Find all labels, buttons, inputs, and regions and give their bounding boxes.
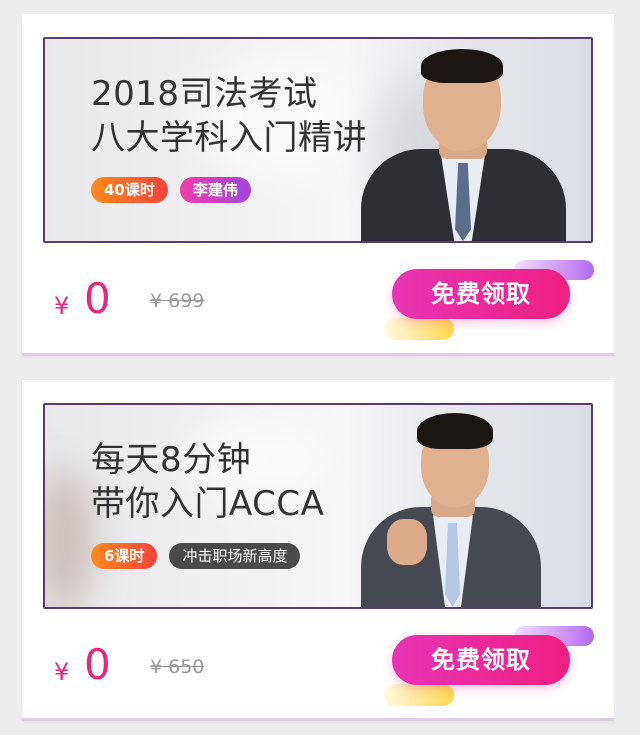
hours-tag: 40课时 [91, 177, 168, 203]
headline-line: 2018司法考试 [91, 74, 318, 114]
course-card[interactable]: 2018司法考试 八大学科入门精讲 40课时 李建伟 ¥ 0 ¥ 699 免费领… [22, 14, 614, 356]
lecturer-photo [361, 41, 566, 241]
currency-symbol: ¥ [54, 292, 70, 320]
teacher-tag: 李建伟 [179, 177, 251, 203]
current-price: 0 [84, 274, 111, 323]
course-headline: 2018司法考试 八大学科入门精讲 [91, 72, 367, 160]
businessman-photo [361, 407, 541, 607]
slogan-tag: 冲击职场新高度 [169, 543, 301, 569]
headline-line: 带你入门ACCA [91, 484, 325, 524]
course-headline: 每天8分钟 带你入门ACCA [91, 438, 324, 526]
cta-container: 免费领取 [384, 626, 594, 706]
original-price: ¥ 650 [150, 656, 205, 678]
course-banner[interactable]: 2018司法考试 八大学科入门精讲 40课时 李建伟 [43, 37, 593, 243]
tag-row: 6课时 冲击职场新高度 [91, 543, 301, 569]
course-card[interactable]: 每天8分钟 带你入门ACCA 6课时 冲击职场新高度 ¥ 0 ¥ 650 免费领… [22, 380, 614, 721]
course-banner[interactable]: 每天8分钟 带你入门ACCA 6课时 冲击职场新高度 [43, 403, 593, 609]
claim-free-button[interactable]: 免费领取 [392, 635, 570, 685]
original-price: ¥ 699 [150, 290, 205, 312]
current-price: 0 [84, 640, 111, 689]
background-blur [45, 465, 95, 607]
tag-row: 40课时 李建伟 [91, 177, 251, 203]
claim-free-button[interactable]: 免费领取 [392, 269, 570, 319]
cta-container: 免费领取 [384, 260, 594, 340]
headline-line: 每天8分钟 [91, 440, 252, 480]
decor-pill [384, 318, 454, 340]
hours-tag: 6课时 [91, 543, 158, 569]
currency-symbol: ¥ [54, 658, 70, 686]
decor-pill [384, 684, 454, 706]
headline-line: 八大学科入门精讲 [91, 118, 367, 158]
